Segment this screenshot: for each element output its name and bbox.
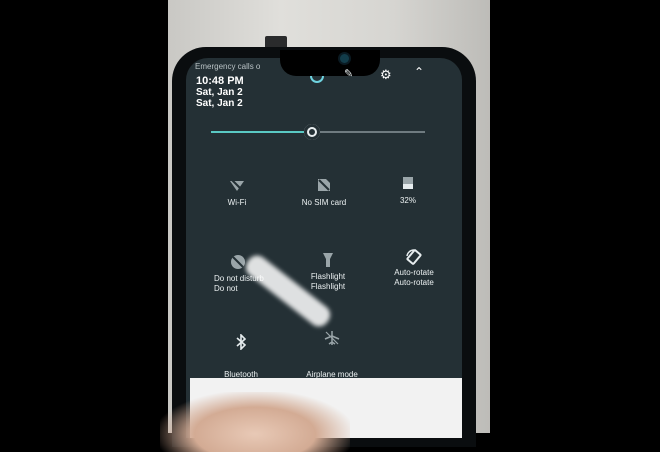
tile-flashlight-label: Flashlight bbox=[310, 272, 346, 281]
tile-airplane-mode[interactable]: Airplane mode bbox=[287, 330, 377, 380]
brightness-track-filled bbox=[211, 131, 312, 133]
wifi-off-icon bbox=[192, 178, 282, 198]
collapse-chevron-icon[interactable]: ⌃ bbox=[414, 65, 424, 79]
front-camera bbox=[340, 54, 349, 63]
video-letterbox-left bbox=[0, 0, 168, 433]
display-notch bbox=[280, 50, 380, 76]
tile-battery[interactable]: 32% bbox=[363, 176, 453, 206]
bluetooth-icon bbox=[196, 333, 286, 354]
video-letterbox-right bbox=[490, 0, 660, 433]
flashlight-icon bbox=[283, 252, 373, 272]
date-secondary: Sat, Jan 2 bbox=[196, 98, 243, 109]
auto-rotate-icon bbox=[369, 248, 459, 268]
date-primary[interactable]: Sat, Jan 2 bbox=[196, 87, 243, 98]
tile-wifi-label: Wi-Fi bbox=[227, 198, 247, 207]
brightness-thumb[interactable] bbox=[304, 124, 320, 140]
tile-battery-label: 32% bbox=[399, 196, 416, 205]
tile-bluetooth[interactable]: Bluetooth bbox=[196, 333, 286, 380]
brightness-icon bbox=[309, 129, 315, 135]
edit-icon[interactable]: ✎ bbox=[344, 67, 353, 80]
emergency-calls-text: Emergency calls o bbox=[195, 62, 261, 71]
airplane-icon bbox=[287, 330, 377, 350]
finger bbox=[160, 392, 350, 452]
tile-wifi[interactable]: Wi-Fi bbox=[192, 178, 282, 208]
tile-no-sim-label: No SIM card bbox=[301, 198, 347, 207]
battery-icon bbox=[363, 176, 453, 196]
clock[interactable]: 10:48 PM bbox=[196, 75, 244, 87]
tile-auto-rotate-label: Auto-rotate bbox=[394, 268, 434, 277]
settings-icon[interactable]: ⚙ bbox=[380, 67, 392, 83]
tile-auto-rotate-label-secondary: Auto-rotate bbox=[394, 278, 434, 287]
brightness-slider[interactable] bbox=[211, 124, 425, 140]
brightness-track-empty bbox=[312, 131, 425, 133]
no-sim-icon bbox=[279, 178, 369, 198]
tile-auto-rotate[interactable]: Auto-rotate Auto-rotate bbox=[369, 248, 459, 288]
tile-no-sim[interactable]: No SIM card bbox=[279, 178, 369, 208]
